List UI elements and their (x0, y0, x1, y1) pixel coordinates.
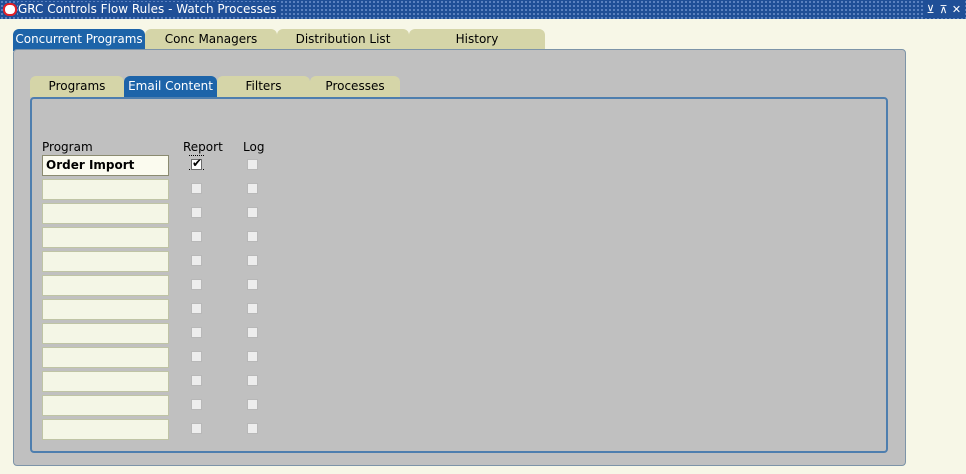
window-controls: ⊻ ⊼ ✕ (924, 1, 963, 18)
tab-concurrent-programs[interactable]: Concurrent Programs (13, 29, 145, 51)
window-titlebar[interactable]: GRC Controls Flow Rules - Watch Processe… (0, 0, 966, 19)
oracle-logo-icon (3, 3, 17, 16)
log-checkbox[interactable] (247, 159, 258, 170)
program-field[interactable]: Order Import (42, 155, 169, 176)
report-checkbox[interactable] (191, 327, 202, 338)
program-field[interactable] (42, 347, 169, 368)
program-field[interactable] (42, 251, 169, 272)
window-title: GRC Controls Flow Rules - Watch Processe… (18, 2, 281, 17)
report-checkbox[interactable] (191, 183, 202, 194)
program-field[interactable] (42, 203, 169, 224)
log-checkbox[interactable] (247, 423, 258, 434)
program-field[interactable] (42, 227, 169, 248)
program-field[interactable] (42, 179, 169, 200)
report-checkbox[interactable] (191, 255, 202, 266)
minimize-icon[interactable]: ⊻ (924, 1, 937, 18)
report-checkbox[interactable]: ✔ (191, 156, 203, 170)
log-checkbox[interactable] (247, 231, 258, 242)
program-column-header: Program (42, 140, 93, 154)
program-field[interactable] (42, 371, 169, 392)
program-field[interactable] (42, 299, 169, 320)
report-checkbox[interactable] (191, 399, 202, 410)
log-checkbox[interactable] (247, 207, 258, 218)
log-checkbox[interactable] (247, 255, 258, 266)
checkmark-icon: ✔ (192, 156, 203, 170)
program-field[interactable] (42, 419, 169, 440)
tab-email-content[interactable]: Email Content (124, 76, 217, 97)
log-checkbox[interactable] (247, 279, 258, 290)
program-field[interactable] (42, 323, 169, 344)
close-icon[interactable]: ✕ (950, 1, 963, 18)
tab-processes[interactable]: Processes (310, 76, 400, 97)
report-column-header: Report (183, 140, 223, 154)
log-column-header: Log (243, 140, 265, 154)
report-checkbox[interactable] (191, 351, 202, 362)
tab-distribution-list[interactable]: Distribution List (277, 29, 409, 49)
report-checkbox[interactable] (191, 423, 202, 434)
tab-programs[interactable]: Programs (30, 76, 124, 97)
log-checkbox[interactable] (247, 351, 258, 362)
tab-filters[interactable]: Filters (217, 76, 310, 97)
log-checkbox[interactable] (247, 399, 258, 410)
log-checkbox[interactable] (247, 327, 258, 338)
report-checkbox[interactable] (191, 231, 202, 242)
log-checkbox[interactable] (247, 183, 258, 194)
tab-history[interactable]: History (409, 29, 545, 49)
report-checkbox[interactable] (191, 303, 202, 314)
report-checkbox[interactable] (191, 279, 202, 290)
program-field[interactable] (42, 395, 169, 416)
report-checkbox[interactable] (191, 207, 202, 218)
program-field[interactable] (42, 275, 169, 296)
maximize-icon[interactable]: ⊼ (937, 1, 950, 18)
log-checkbox[interactable] (247, 303, 258, 314)
tab-conc-managers[interactable]: Conc Managers (145, 29, 277, 49)
report-checkbox[interactable] (191, 375, 202, 386)
log-checkbox[interactable] (247, 375, 258, 386)
